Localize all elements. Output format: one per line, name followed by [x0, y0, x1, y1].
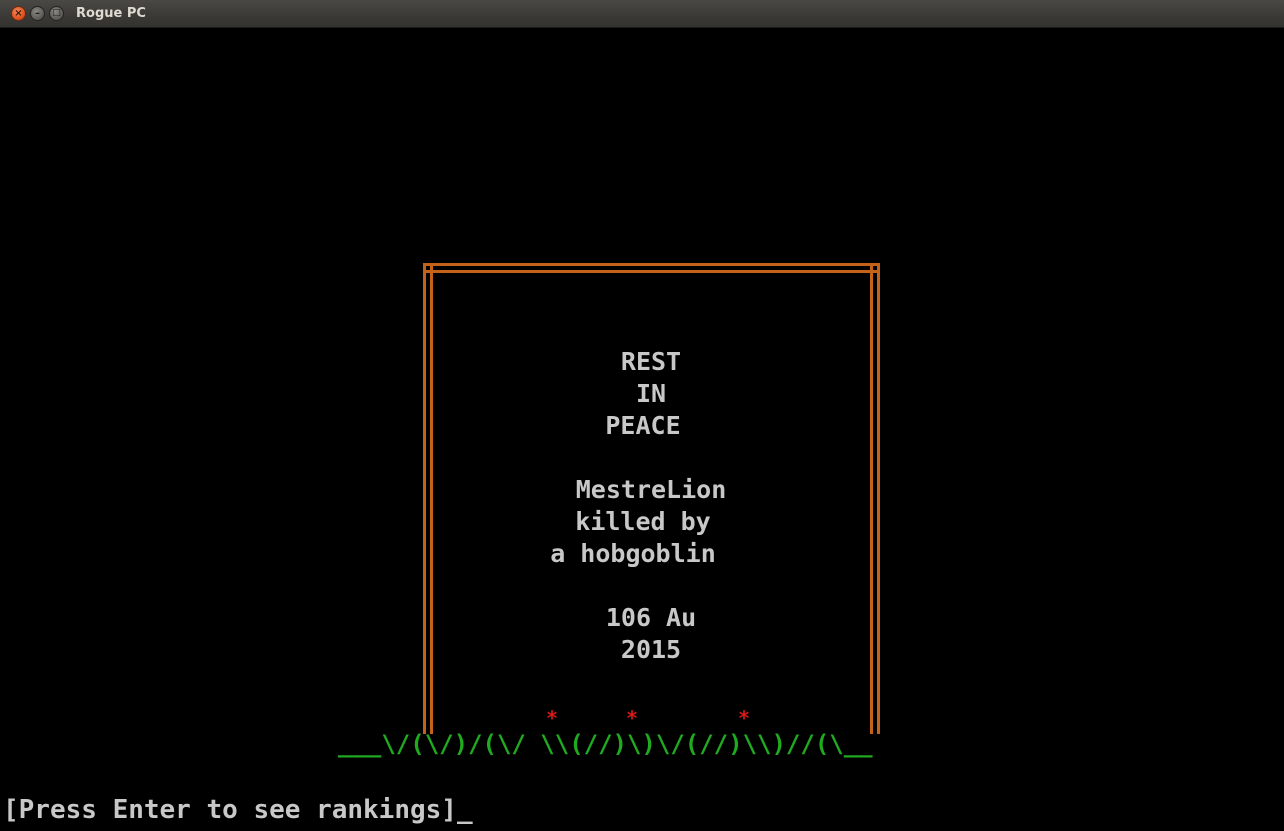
grass-line: ___\/(\/)/(\/ \\(//)\)\/(//)\\)//(\__: [338, 730, 873, 758]
tombstone-top-border: [423, 263, 880, 273]
minimize-button[interactable]: –: [30, 6, 45, 21]
epitaph-rest: REST: [620, 347, 682, 376]
text-cursor: _: [456, 795, 473, 825]
title-bar: × – □ Rogue PC: [0, 0, 1284, 28]
rogue-window: × – □ Rogue PC REST IN PEACE MestreLion …: [0, 0, 1284, 831]
death-year: 2015: [620, 635, 682, 664]
maximize-button[interactable]: □: [49, 6, 64, 21]
window-title: Rogue PC: [76, 6, 146, 21]
close-button[interactable]: ×: [11, 6, 26, 21]
epitaph-in: IN: [635, 379, 667, 408]
flower-3: *: [738, 706, 751, 730]
tombstone-right-border: [870, 264, 880, 734]
flower-1: *: [546, 706, 559, 730]
killed-by-text: killed by: [575, 507, 711, 536]
gold-amount: 106 Au: [605, 603, 697, 632]
epitaph-peace: PEACE: [605, 411, 681, 440]
prompt-text: [Press Enter to see rankings]: [3, 795, 457, 825]
killer-name: a hobgoblin: [550, 539, 716, 568]
player-name: MestreLion: [575, 475, 727, 504]
continue-prompt[interactable]: [Press Enter to see rankings]_: [3, 792, 473, 828]
flower-2: *: [626, 706, 639, 730]
game-screen[interactable]: REST IN PEACE MestreLion killed by a hob…: [0, 28, 1284, 831]
